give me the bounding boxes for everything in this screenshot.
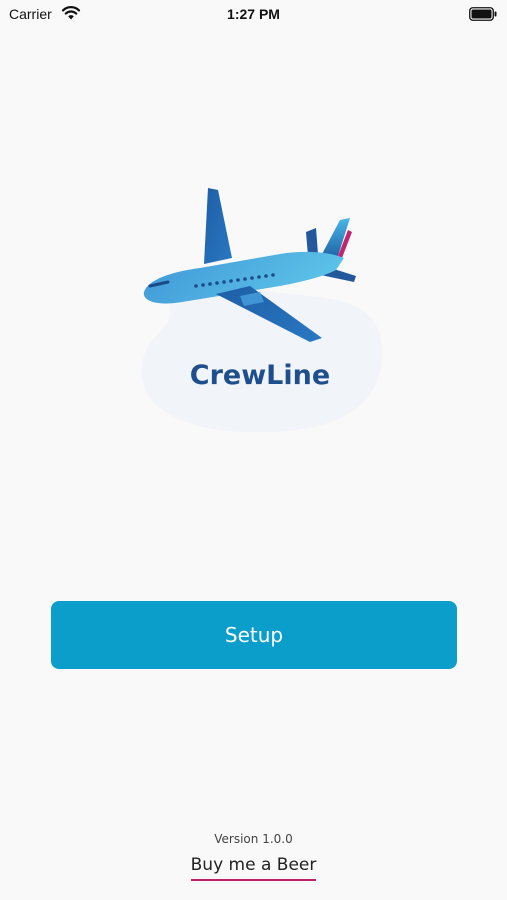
setup-button[interactable]: Setup bbox=[51, 601, 457, 669]
version-label: Version 1.0.0 bbox=[214, 832, 293, 846]
app-logo: CrewLine bbox=[141, 188, 383, 433]
clock: 1:27 PM bbox=[227, 6, 280, 22]
battery-icon bbox=[469, 7, 497, 21]
brand-wordmark: CrewLine bbox=[190, 360, 330, 391]
buy-beer-link[interactable]: Buy me a Beer bbox=[190, 855, 317, 881]
status-bar: Carrier 1:27 PM bbox=[0, 0, 507, 30]
buy-beer-link-container: Buy me a Beer bbox=[0, 855, 507, 881]
